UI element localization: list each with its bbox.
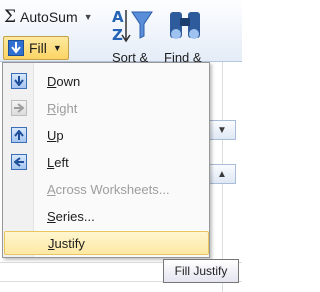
chevron-up-icon: ▲: [217, 168, 227, 180]
binoculars-icon: [170, 12, 200, 39]
chevron-down-icon: ▼: [83, 12, 93, 22]
svg-text:Z: Z: [112, 26, 123, 44]
menu-item-label: Series...: [47, 208, 95, 224]
fill-button[interactable]: Fill ▼: [3, 36, 69, 60]
menu-item-label: Across Worksheets...: [47, 181, 170, 197]
autosum-label: AutoSum: [20, 9, 78, 25]
fill-down-icon: [11, 73, 27, 89]
menu-item-label: Justify: [48, 235, 85, 251]
menu-item-left[interactable]: Left: [4, 150, 209, 174]
fill-label: Fill: [29, 40, 47, 56]
menu-item-label: Right: [47, 100, 78, 116]
sigma-icon: Σ: [4, 7, 17, 27]
chevron-down-icon: ▼: [217, 124, 227, 136]
fill-right-icon: [11, 100, 27, 116]
menu-item-label: Left: [47, 154, 69, 170]
fill-up-icon: [11, 127, 27, 143]
menu-item-series[interactable]: Series...: [4, 204, 209, 228]
find-select-button[interactable]: Find &: [162, 6, 210, 65]
autosum-button[interactable]: Σ AutoSum ▼: [4, 6, 93, 28]
ribbon-scroll-up-button[interactable]: ▲: [208, 164, 236, 184]
menu-item-across-worksheets[interactable]: Across Worksheets...: [4, 177, 209, 201]
menu-item-label: Down: [47, 73, 81, 89]
menu-item-justify[interactable]: Justify: [4, 231, 209, 255]
sort-filter-icon: A Z: [112, 8, 153, 44]
menu-item-down[interactable]: Down: [4, 69, 209, 93]
menu-item-label: Up: [47, 127, 64, 143]
svg-text:A: A: [112, 8, 124, 26]
menu-item-up[interactable]: Up: [4, 123, 209, 147]
ribbon-scroll-down-button[interactable]: ▼: [208, 120, 236, 140]
tooltip: Fill Justify: [163, 259, 239, 283]
menu-item-right[interactable]: Right: [4, 96, 209, 120]
chevron-down-icon: ▼: [52, 43, 62, 53]
sort-filter-button[interactable]: A Z Sort &: [108, 6, 156, 65]
fill-dropdown-menu: Down Right Up Left Across Worksheets... …: [2, 62, 210, 258]
fill-left-icon: [11, 154, 27, 170]
fill-down-icon: [8, 40, 24, 56]
